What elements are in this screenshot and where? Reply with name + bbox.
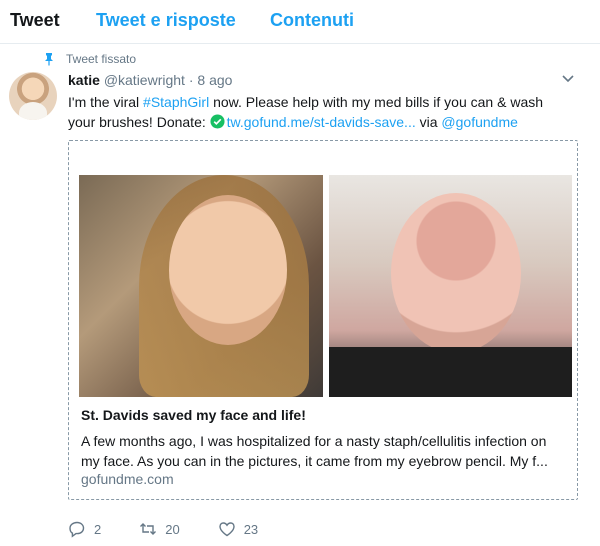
tweet-timestamp[interactable]: 8 ago	[197, 72, 232, 88]
heart-icon	[219, 522, 235, 537]
card-photo-after	[328, 175, 572, 397]
author-handle[interactable]: @katiewright	[104, 72, 185, 88]
card-domain: gofundme.com	[81, 471, 174, 487]
separator-dot: ·	[188, 72, 194, 88]
link-preview-card[interactable]: St. Davids saved my face and life! A few…	[68, 140, 578, 500]
card-description: A few months ago, I was hospitalized for…	[81, 433, 548, 469]
retweet-count: 20	[165, 521, 180, 537]
retweet-icon	[140, 523, 157, 535]
avatar[interactable]	[9, 72, 57, 120]
chevron-down-icon[interactable]	[560, 70, 576, 86]
tab-tweet[interactable]: Tweet	[10, 10, 60, 31]
like-button[interactable]: 23	[218, 520, 258, 538]
tweet-text: I'm the viral #StaphGirl now. Please hel…	[68, 92, 568, 132]
tweet-text-part3: via	[415, 114, 442, 130]
pin-icon	[45, 53, 53, 66]
author-name[interactable]: katie	[68, 72, 100, 88]
pinned-indicator: Tweet fissato	[42, 52, 136, 66]
donation-link[interactable]: tw.gofund.me/st-davids-save...	[227, 114, 416, 130]
card-title: St. Davids saved my face and life!	[81, 407, 306, 423]
hashtag-link[interactable]: #StaphGirl	[143, 94, 209, 110]
retweet-button[interactable]: 20	[139, 520, 180, 538]
check-circle-icon	[210, 114, 225, 129]
like-count: 23	[243, 521, 259, 537]
tweet-header: katie @katiewright · 8 ago	[68, 72, 232, 88]
tweet-actions: 2 20 23	[68, 520, 296, 538]
reply-button[interactable]: 2	[68, 520, 101, 538]
tab-tweets-and-replies[interactable]: Tweet e risposte	[96, 10, 236, 31]
pinned-label: Tweet fissato	[66, 52, 137, 66]
tweet-text-part1: I'm the viral	[68, 94, 144, 110]
profile-tabs: Tweet Tweet e risposte Contenuti	[0, 0, 600, 44]
reply-icon	[69, 521, 85, 538]
card-image[interactable]	[79, 175, 572, 397]
card-photo-before	[79, 175, 323, 397]
reply-count: 2	[94, 521, 102, 537]
mention-link[interactable]: @gofundme	[441, 114, 517, 130]
tab-media[interactable]: Contenuti	[270, 10, 354, 31]
